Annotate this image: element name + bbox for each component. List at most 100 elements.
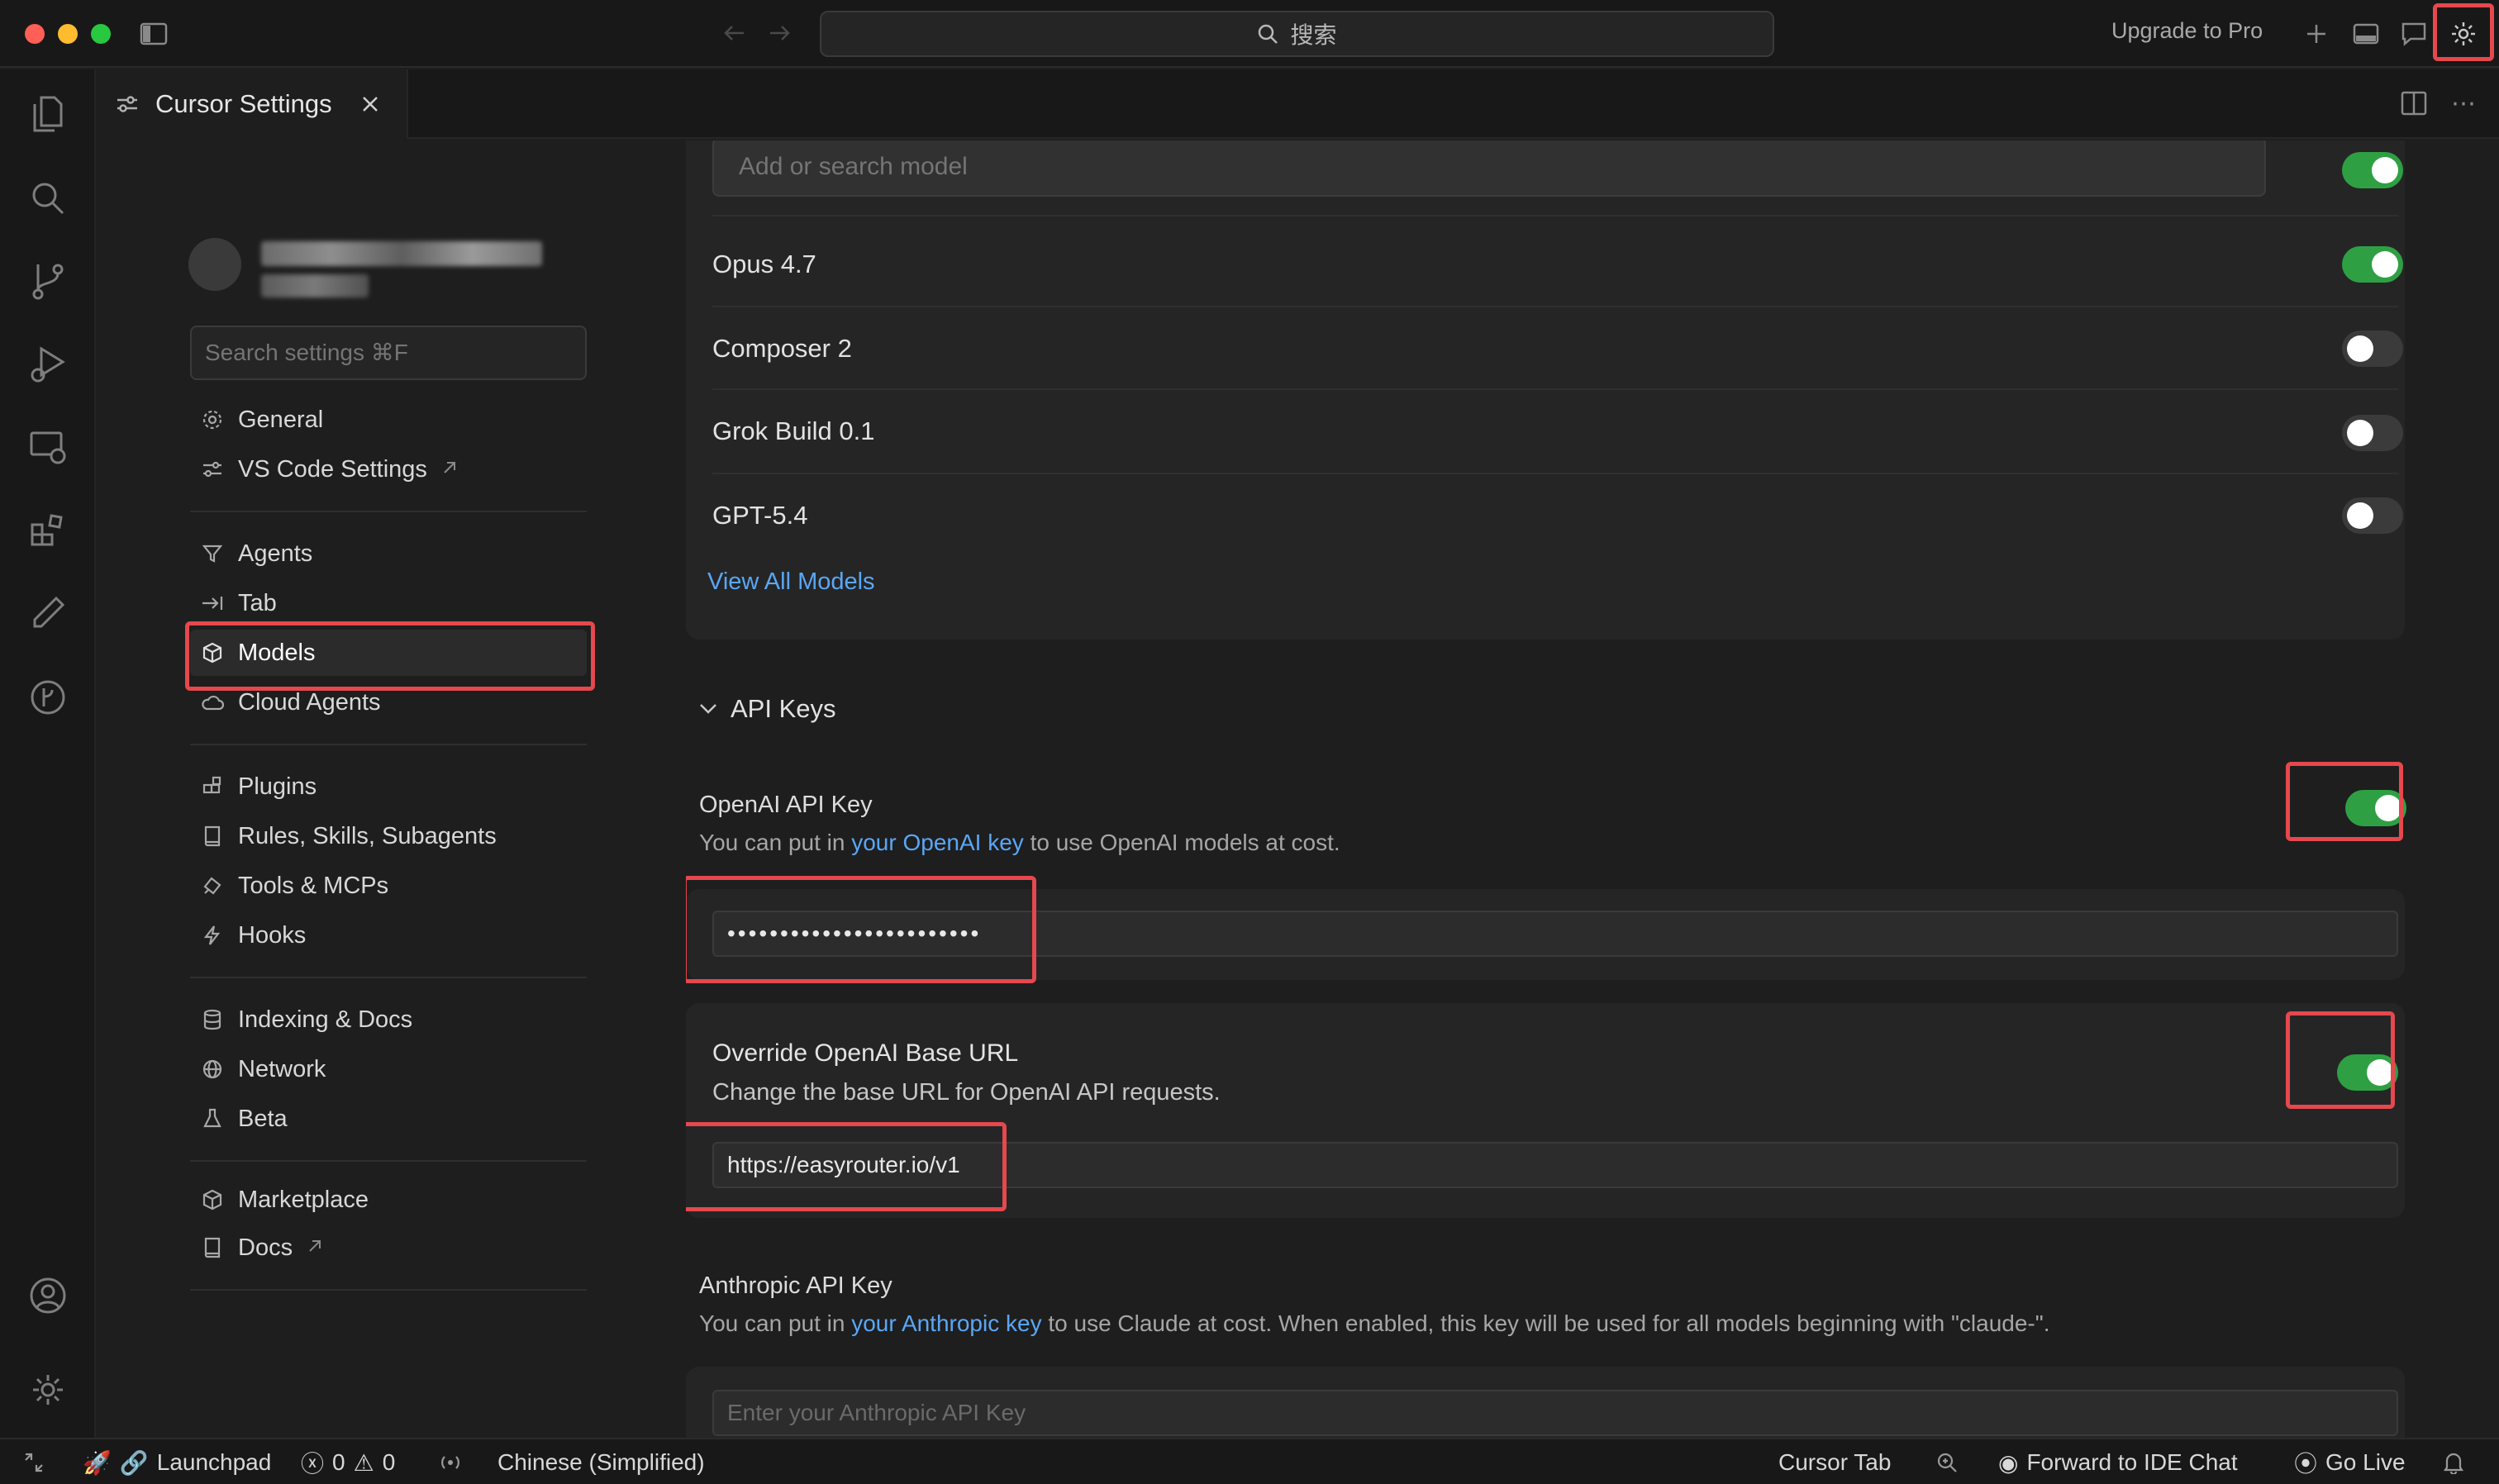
cloud-icon bbox=[200, 690, 225, 715]
sidebar-divider bbox=[190, 511, 587, 512]
anthropic-key-link[interactable]: your Anthropic key bbox=[851, 1310, 1041, 1336]
book-icon bbox=[200, 824, 225, 849]
sidebar-item-beta[interactable]: Beta bbox=[200, 1096, 288, 1142]
gear-icon bbox=[200, 407, 225, 432]
explorer-icon[interactable] bbox=[25, 91, 71, 137]
anthropic-key-title: Anthropic API Key bbox=[699, 1272, 892, 1299]
sidebar-item-tab[interactable]: Tab bbox=[200, 580, 277, 626]
more-actions-icon[interactable]: ⋯ bbox=[2449, 89, 2478, 117]
minimize-window-button[interactable] bbox=[58, 24, 78, 44]
forward-to-chat-button[interactable]: ◉ Forward to IDE Chat bbox=[1998, 1439, 2238, 1484]
sidebar-item-marketplace[interactable]: Marketplace bbox=[200, 1177, 369, 1223]
chat-bubble-icon[interactable] bbox=[2400, 20, 2428, 48]
upgrade-to-pro-link[interactable]: Upgrade to Pro bbox=[2111, 18, 2263, 44]
sidebar-divider bbox=[190, 1160, 587, 1162]
model-row-composer: Composer 2 bbox=[712, 334, 852, 363]
search-sidebar-icon[interactable] bbox=[25, 175, 71, 221]
settings-sliders-icon bbox=[117, 96, 137, 112]
override-url-description: Change the base URL for OpenAI API reque… bbox=[712, 1079, 1221, 1106]
openai-key-card bbox=[686, 889, 2405, 980]
cube-icon bbox=[200, 1187, 225, 1212]
anthropic-key-card bbox=[686, 1367, 2405, 1438]
view-all-models-link[interactable]: View All Models bbox=[707, 568, 875, 596]
add-search-model-input[interactable] bbox=[712, 140, 2266, 197]
problems-indicator[interactable]: ⓧ 0 ⚠ 0 bbox=[301, 1439, 395, 1484]
pencil-icon[interactable] bbox=[25, 590, 71, 636]
sidebar-item-docs[interactable]: Docs bbox=[200, 1225, 324, 1271]
command-search-text: 搜索 bbox=[1290, 22, 1337, 48]
zoom-icon[interactable] bbox=[1935, 1439, 1959, 1484]
split-editor-icon[interactable] bbox=[2400, 89, 2428, 117]
anthropic-key-input[interactable] bbox=[712, 1390, 2398, 1436]
run-debug-icon[interactable] bbox=[25, 340, 71, 387]
remote-indicator-icon[interactable] bbox=[23, 1439, 45, 1484]
globe-icon bbox=[200, 1057, 225, 1082]
model-row-opus: Opus 4.7 bbox=[712, 250, 816, 278]
forward-arrow-icon[interactable] bbox=[767, 20, 793, 46]
sidebar-divider bbox=[190, 744, 587, 745]
openai-key-title: OpenAI API Key bbox=[699, 792, 873, 818]
close-window-button[interactable] bbox=[25, 24, 45, 44]
sidebar-item-plugins[interactable]: Plugins bbox=[200, 763, 317, 810]
close-tab-icon[interactable] bbox=[360, 94, 380, 114]
override-url-toggle[interactable] bbox=[2337, 1054, 2398, 1091]
remote-explorer-icon[interactable] bbox=[25, 425, 71, 471]
cursor-tab-indicator[interactable]: Cursor Tab bbox=[1778, 1439, 1891, 1484]
model-row-grok: Grok Build 0.1 bbox=[712, 416, 875, 445]
sidebar-item-vscode-settings[interactable]: VS Code Settings bbox=[200, 446, 459, 492]
manage-gear-icon[interactable] bbox=[25, 1367, 71, 1413]
flask-icon bbox=[200, 1106, 225, 1131]
broadcast-icon[interactable] bbox=[438, 1439, 463, 1484]
plus-icon[interactable] bbox=[2302, 20, 2330, 48]
language-indicator[interactable]: Chinese (Simplified) bbox=[497, 1439, 705, 1484]
panel-layout-icon[interactable] bbox=[2352, 20, 2380, 48]
sidebar-item-rules-skills-subagents[interactable]: Rules, Skills, Subagents bbox=[200, 813, 497, 859]
rocket-icon: 🚀 bbox=[83, 1449, 112, 1476]
sidebar-item-agents[interactable]: Agents bbox=[200, 530, 312, 577]
override-url-title: Override OpenAI Base URL bbox=[712, 1039, 1019, 1067]
model-toggle-gpt[interactable] bbox=[2342, 497, 2403, 534]
openai-key-link[interactable]: your OpenAI key bbox=[851, 830, 1024, 855]
git-graph-icon[interactable] bbox=[25, 674, 71, 721]
openai-key-input[interactable] bbox=[712, 911, 2398, 957]
sidebar-item-tools-mcps[interactable]: Tools & MCPs bbox=[200, 863, 388, 909]
cube-icon bbox=[200, 640, 225, 665]
warning-icon: ⚠ bbox=[353, 1449, 374, 1476]
link-icon: 🔗 bbox=[119, 1449, 149, 1476]
settings-search-input[interactable] bbox=[190, 326, 587, 380]
sidebar-item-models[interactable]: Models bbox=[190, 630, 587, 676]
model-toggle-opus[interactable] bbox=[2342, 246, 2403, 283]
tab-cursor-settings[interactable]: Cursor Settings bbox=[98, 69, 408, 139]
override-url-card: Override OpenAI Base URL Change the base… bbox=[686, 1003, 2405, 1218]
funnel-icon bbox=[200, 541, 225, 566]
extensions-icon[interactable] bbox=[25, 507, 71, 554]
sidebar-item-cloud-agents[interactable]: Cloud Agents bbox=[200, 679, 381, 725]
sidebar-item-hooks[interactable]: Hooks bbox=[200, 912, 306, 958]
command-search-box[interactable]: 搜索 bbox=[820, 11, 1774, 57]
go-live-button[interactable]: ⦿ Go Live bbox=[2294, 1439, 2406, 1484]
toggle-sidebar-icon[interactable] bbox=[139, 20, 169, 48]
book-icon bbox=[200, 1235, 225, 1260]
base-url-input[interactable] bbox=[712, 1142, 2398, 1188]
model-toggle-composer[interactable] bbox=[2342, 331, 2403, 367]
redacted-user-name bbox=[261, 241, 542, 266]
openai-key-toggle[interactable] bbox=[2345, 790, 2406, 826]
api-keys-section-header[interactable]: API Keys bbox=[699, 694, 836, 724]
tab-arrow-icon bbox=[200, 591, 225, 616]
broadcast-live-icon: ⦿ bbox=[2294, 1451, 2318, 1477]
account-icon[interactable] bbox=[25, 1272, 71, 1319]
sidebar-divider bbox=[190, 1289, 587, 1291]
back-arrow-icon[interactable] bbox=[721, 20, 747, 46]
sliders-icon bbox=[200, 457, 225, 482]
maximize-window-button[interactable] bbox=[91, 24, 111, 44]
launchpad-button[interactable]: 🚀 🔗 Launchpad bbox=[83, 1439, 271, 1484]
sidebar-item-network[interactable]: Network bbox=[200, 1046, 326, 1092]
models-search-toggle[interactable] bbox=[2342, 152, 2403, 188]
settings-content: Opus 4.7 Composer 2 Grok Build 0.1 GPT-5… bbox=[686, 140, 2499, 1438]
sidebar-item-indexing-docs[interactable]: Indexing & Docs bbox=[200, 996, 412, 1043]
model-toggle-grok[interactable] bbox=[2342, 415, 2403, 451]
notifications-bell-icon[interactable] bbox=[2443, 1439, 2464, 1484]
settings-gear-icon[interactable] bbox=[2448, 18, 2479, 50]
sidebar-item-general[interactable]: General bbox=[200, 397, 323, 443]
source-control-icon[interactable] bbox=[25, 258, 71, 304]
